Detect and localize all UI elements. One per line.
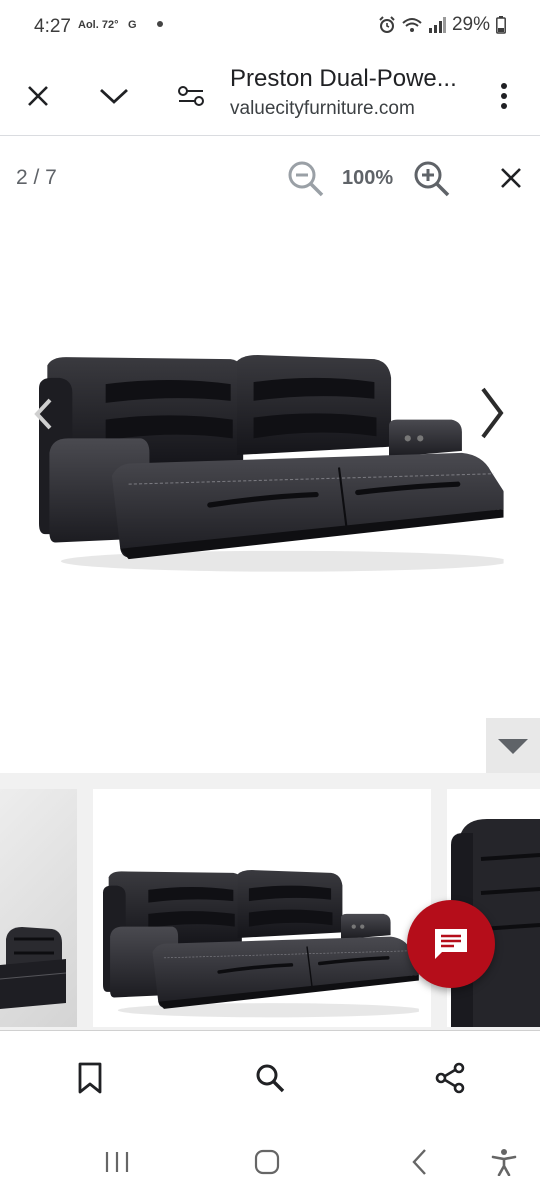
search-icon: [256, 1064, 285, 1093]
image-viewer-toolbar: 2 / 7 100%: [0, 137, 540, 221]
thumbnail-sofa: [93, 789, 431, 1027]
notification-dot: [157, 21, 163, 27]
chat-button[interactable]: [407, 900, 495, 988]
back-icon: [412, 1149, 426, 1175]
more-options-button[interactable]: [476, 68, 532, 124]
chat-icon: [435, 929, 467, 959]
collapse-button[interactable]: [86, 68, 142, 124]
signal-icon: [428, 17, 446, 33]
alarm-icon: [379, 16, 395, 33]
status-time: 4:27: [34, 16, 71, 37]
close-button[interactable]: [10, 68, 66, 124]
bottom-action-bar: [0, 1032, 540, 1124]
toggle-thumbnails-button[interactable]: [486, 718, 540, 773]
zoom-level: 100%: [342, 167, 394, 189]
weather-text: Aol. 72°: [78, 19, 119, 31]
zoom-out-button[interactable]: [286, 159, 326, 199]
page-title: Preston Dual-Powe...: [230, 65, 457, 92]
browser-header: Preston Dual-Powe... valuecityfurniture.…: [0, 56, 540, 136]
status-bar: 4:27 Aol. 72° G 29%: [0, 0, 540, 56]
zoom-out-icon: [288, 161, 324, 197]
recent-apps-button[interactable]: [89, 1140, 145, 1184]
thumbnail-item[interactable]: [0, 789, 77, 1027]
share-icon: [435, 1062, 465, 1094]
share-button[interactable]: [422, 1050, 478, 1106]
close-icon: [28, 86, 48, 106]
accessibility-icon: [491, 1149, 517, 1176]
wifi-icon: [402, 18, 422, 32]
bookmark-icon: [78, 1062, 102, 1094]
page-info-button[interactable]: [163, 68, 219, 124]
page-url: valuecityfurniture.com: [230, 98, 415, 119]
zoom-in-icon: [414, 161, 450, 197]
battery-percent: 29%: [451, 14, 490, 35]
filter-icon: [178, 86, 204, 106]
accessibility-button[interactable]: [476, 1140, 532, 1184]
close-icon: [501, 168, 521, 188]
home-button[interactable]: [239, 1140, 295, 1184]
chevron-down-icon: [100, 88, 128, 104]
home-icon: [254, 1149, 280, 1175]
thumbnail-item[interactable]: [93, 789, 431, 1027]
previous-image-button[interactable]: [26, 392, 60, 436]
close-viewer-button[interactable]: [494, 161, 528, 195]
triangle-down-icon: [498, 738, 528, 754]
next-image-button[interactable]: [470, 382, 514, 444]
system-navigation-bar: [0, 1124, 540, 1200]
recent-apps-icon: [105, 1152, 129, 1172]
status-icons: 29%: [378, 14, 506, 36]
chevron-right-icon: [481, 387, 504, 439]
thumbnail-recliner-chair: [0, 927, 67, 1009]
page-title-group[interactable]: Preston Dual-Powe... valuecityfurniture.…: [230, 64, 486, 122]
product-image-sofa[interactable]: [24, 330, 504, 580]
carrier-mark: G: [128, 19, 137, 31]
battery-icon: [496, 16, 506, 34]
back-button[interactable]: [391, 1140, 447, 1184]
image-counter: 2 / 7: [16, 166, 57, 189]
chevron-left-icon: [34, 398, 52, 430]
search-button[interactable]: [242, 1050, 298, 1106]
zoom-in-button[interactable]: [412, 159, 452, 199]
save-button[interactable]: [62, 1050, 118, 1106]
more-vert-icon: [501, 83, 507, 109]
